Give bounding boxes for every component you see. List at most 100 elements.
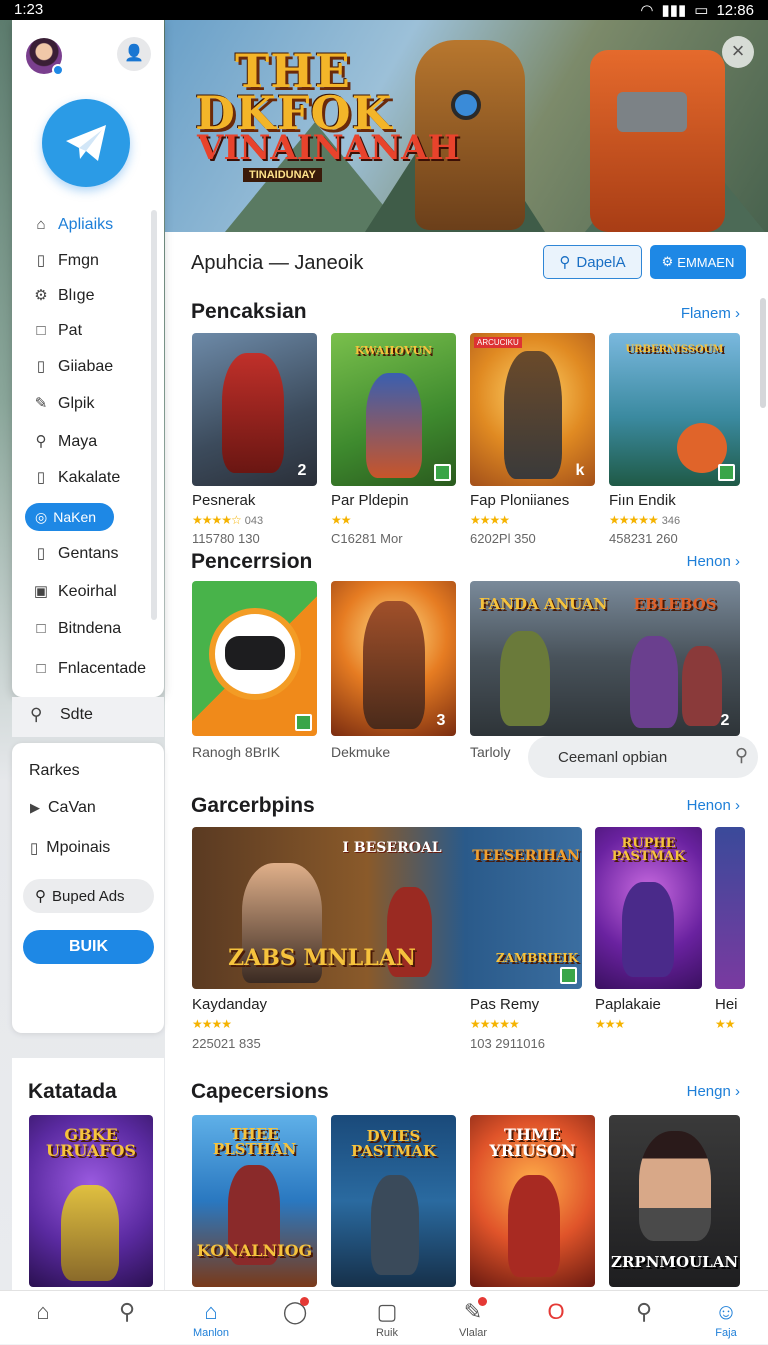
tile-banner-text: ZRPNMOULAN: [611, 1253, 739, 1271]
game-name: Hei: [715, 996, 738, 1013]
section-more-link[interactable]: Hengn ›: [687, 1083, 740, 1100]
drawer-item[interactable]: ⚲ Maya: [32, 433, 98, 451]
game-tile[interactable]: ZRPNMOULAN: [609, 1115, 740, 1287]
home-icon: ⌂: [36, 216, 46, 233]
drawer-item-label: Keoirhal: [58, 583, 117, 600]
notification-dot: [300, 1297, 309, 1306]
drawer-item[interactable]: ▯ Kakalate: [32, 469, 120, 487]
drawer-item[interactable]: ▯ Giiabae: [32, 358, 113, 376]
telegram-logo-icon[interactable]: [42, 99, 130, 187]
drawer-item[interactable]: ▯ Gentans: [32, 545, 119, 563]
drawer-item[interactable]: ▣ Keoirhal: [32, 583, 117, 601]
account-switch-icon[interactable]: 👤: [117, 37, 151, 71]
game-meta: 458231 260: [609, 531, 678, 546]
nav-search[interactable]: ⚲: [97, 1291, 157, 1345]
gamepad-icon: ⚙: [661, 254, 674, 269]
drawer-item[interactable]: ✎ Glpik: [32, 395, 95, 413]
main-content: THE DKFOK VINAINANAH TINAIDUNAY × Apuhci…: [165, 20, 768, 1290]
page-title: Apuhcia — Janeoik: [191, 252, 364, 274]
opera-icon: O: [547, 1299, 565, 1324]
game-name: Fap Ploniianes: [470, 492, 570, 509]
game-tile[interactable]: THME YRIUSON: [470, 1115, 595, 1287]
scrollbar[interactable]: [760, 298, 766, 408]
avatar[interactable]: [26, 38, 64, 76]
game-tile[interactable]: KWAIIOVUN: [331, 333, 456, 486]
rating-stars: ★★★★: [192, 1017, 232, 1031]
side-card-item-label: Mpoinais: [46, 839, 111, 856]
game-name: Tarloly: [470, 744, 511, 760]
drawer-item[interactable]: ▯ Fmgn: [32, 252, 99, 270]
nav-home[interactable]: ⌂: [13, 1291, 73, 1345]
side-card-item-label: CaVan: [48, 799, 96, 816]
nav-vlalar[interactable]: ✎ Vlalar: [443, 1291, 503, 1345]
drawer-item-label: Fmgn: [58, 252, 99, 269]
left-search-row[interactable]: ⚲ Sdte: [12, 697, 164, 737]
section-more-link[interactable]: Flanem ›: [681, 305, 740, 322]
notification-dot: [478, 1297, 487, 1306]
search-button[interactable]: ⚲ DapelA: [543, 245, 642, 279]
game-tile[interactable]: URBERNISSOUM: [609, 333, 740, 486]
drawer-item[interactable]: ⚙ Blıge: [32, 287, 94, 305]
drawer-item[interactable]: ⌂ Apliaiks: [32, 216, 113, 234]
search-field[interactable]: Ceemanl opbian ⚲: [528, 736, 758, 778]
drawer-item[interactable]: □ Fnlacentade: [32, 660, 146, 678]
game-name: Par Pldepin: [331, 492, 409, 509]
tile-badge: 2: [297, 462, 307, 479]
drawer-item[interactable]: □ Pat: [32, 322, 82, 340]
game-meta: 6202Pl 350: [470, 531, 536, 546]
section-more-link[interactable]: Henon ›: [687, 553, 740, 570]
game-tile[interactable]: THEE PLSTHAN KONALNIOG: [192, 1115, 317, 1287]
nav-manlon[interactable]: ⌂ Manlon: [181, 1291, 241, 1345]
square-icon: □: [36, 322, 46, 339]
ads-label: Buped Ads: [52, 887, 125, 905]
game-name: Ranogh 8BrIK: [192, 744, 280, 760]
game-tile[interactable]: I BESEROAL ZABS MNLLAN TEESERIHAN ZAMBRI…: [192, 827, 582, 989]
hero-tagline: TINAIDUNAY: [243, 168, 322, 182]
drawer-active-item[interactable]: ◎ NaKen: [25, 503, 114, 531]
game-tile[interactable]: 2: [192, 333, 317, 486]
tile-banner-text: KONALNIOG: [196, 1241, 313, 1260]
link-icon: ⚲: [35, 433, 47, 450]
bookmark-icon: ▯: [36, 469, 46, 486]
nav-ruik[interactable]: ▢ Ruik: [357, 1291, 417, 1345]
game-tile[interactable]: [715, 827, 745, 989]
drawer-item-label: Giiabae: [58, 358, 114, 375]
drawer-item[interactable]: □ Bitndena: [32, 620, 121, 638]
play-badge-icon: [295, 714, 312, 731]
rating-value: ★★★★: [470, 513, 510, 527]
primary-action-button[interactable]: ⚙ EMMAEN: [650, 245, 746, 279]
hero-banner[interactable]: THE DKFOK VINAINANAH TINAIDUNAY ×: [165, 20, 768, 232]
nav-label: Vlalar: [458, 1327, 488, 1339]
tile-badge: 3: [436, 712, 446, 729]
gamepad-shape: [225, 636, 285, 670]
game-tile[interactable]: RUPHE PASTMAK: [595, 827, 702, 989]
rating-stars: ★★★: [595, 1017, 625, 1031]
search-icon: ⚲: [559, 254, 571, 271]
drawer-scrollbar[interactable]: [151, 210, 157, 620]
tile-banner-text: RUPHE PASTMAK: [611, 836, 686, 864]
game-name: Fiın Endik: [609, 492, 676, 509]
game-tile[interactable]: FANDA ANUAN EBLEBOS 2: [470, 581, 740, 736]
nav-zoom[interactable]: ⚲: [614, 1291, 674, 1345]
ads-search-button[interactable]: ⚲ Buped Ads: [23, 879, 154, 913]
section-more-link[interactable]: Henon ›: [687, 797, 740, 814]
game-tile[interactable]: GBKE URUAFOS: [29, 1115, 153, 1287]
side-card-item[interactable]: ▯ Mpoinais: [30, 839, 110, 857]
rating-value: ★★★★★: [609, 513, 659, 527]
buik-button[interactable]: BUIK: [23, 930, 154, 964]
game-tile[interactable]: [192, 581, 317, 736]
nav-notifications[interactable]: ◯: [265, 1291, 325, 1345]
game-meta: 115780 130: [192, 531, 260, 546]
status-time: 1:23: [14, 1, 44, 18]
nav-faja[interactable]: ☺ Faja: [696, 1291, 756, 1345]
nav-label: Faja: [715, 1327, 737, 1339]
game-tile[interactable]: ARCUCIKU k: [470, 333, 595, 486]
side-card-item[interactable]: ▶ CaVan: [30, 799, 96, 817]
game-tile[interactable]: 3: [331, 581, 456, 736]
drawer-item-label: Bitndena: [58, 620, 122, 637]
game-tile[interactable]: DVIES PASTMAK: [331, 1115, 456, 1287]
nav-opera[interactable]: O: [526, 1291, 586, 1345]
close-icon[interactable]: ×: [722, 36, 754, 68]
rating-value: ★★★★★: [470, 1017, 520, 1031]
box-icon: ▢: [376, 1299, 398, 1324]
